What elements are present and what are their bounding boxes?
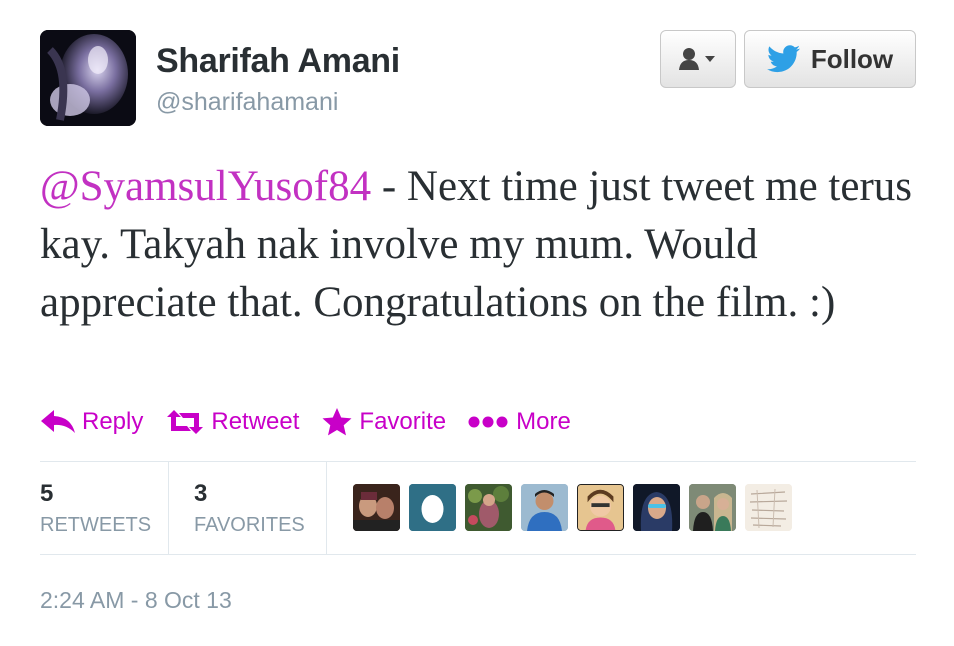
author-username[interactable]: @sharifahamani	[156, 88, 338, 117]
tweet-text: @SyamsulYusof84 - Next time just tweet m…	[40, 158, 920, 332]
user-dropdown-icon	[679, 48, 715, 70]
user-actions-button[interactable]	[660, 30, 736, 88]
tweet-stats: 5 RETWEETS 3 FAVORITES	[40, 462, 916, 554]
favorites-label: FAVORITES	[194, 514, 305, 536]
retweets-stat[interactable]: 5 RETWEETS	[40, 462, 168, 554]
favoriter-avatar[interactable]	[745, 484, 792, 531]
favoriter-avatar[interactable]	[577, 484, 624, 531]
follow-label: Follow	[810, 43, 894, 74]
avatar-image	[633, 484, 680, 531]
favoriter-avatar[interactable]	[689, 484, 736, 531]
favorites-count: 3	[194, 480, 208, 507]
retweet-action[interactable]: Retweet	[165, 408, 299, 436]
avatar-image	[353, 484, 400, 531]
tweet-timestamp[interactable]: 2:24 AM - 8 Oct 13	[40, 587, 232, 614]
follow-button[interactable]: Follow	[744, 30, 916, 88]
favoriter-avatar[interactable]	[353, 484, 400, 531]
author-display-name[interactable]: Sharifah Amani	[156, 42, 400, 81]
favoriter-avatar[interactable]	[465, 484, 512, 531]
favorites-stat[interactable]: 3 FAVORITES	[194, 462, 326, 554]
avatar-image	[745, 484, 792, 531]
stats-separator	[326, 462, 327, 554]
stats-bottom-divider	[40, 554, 916, 555]
retweets-count: 5	[40, 480, 54, 507]
avatar-image	[40, 30, 136, 126]
reply-action[interactable]: Reply	[40, 408, 143, 436]
avatar-image	[465, 484, 512, 531]
retweet-label: Retweet	[211, 408, 300, 435]
avatar-image	[521, 484, 568, 531]
more-label: More	[516, 408, 571, 435]
mention-link[interactable]: @SyamsulYusof84	[40, 163, 371, 210]
retweet-icon	[167, 410, 204, 434]
more-action[interactable]: More	[468, 408, 571, 436]
favoriter-avatar[interactable]	[633, 484, 680, 531]
favorite-action[interactable]: Favorite	[321, 407, 446, 437]
default-egg-icon	[409, 484, 456, 531]
avatar-image	[578, 485, 623, 530]
favoriter-avatar[interactable]	[521, 484, 568, 531]
avatar-image	[689, 484, 736, 531]
tweet-actions: Reply Retweet Favorite More	[40, 402, 593, 442]
reply-label: Reply	[82, 408, 144, 435]
twitter-bird-icon	[766, 45, 800, 73]
reply-icon	[41, 410, 75, 433]
star-icon	[322, 408, 352, 436]
stats-separator	[168, 462, 169, 554]
more-dots-icon	[468, 416, 508, 428]
favoriters-avatars	[353, 484, 792, 531]
retweets-label: RETWEETS	[40, 514, 152, 536]
favoriter-avatar[interactable]	[409, 484, 456, 531]
author-avatar[interactable]	[40, 30, 136, 126]
favorite-label: Favorite	[359, 408, 447, 435]
